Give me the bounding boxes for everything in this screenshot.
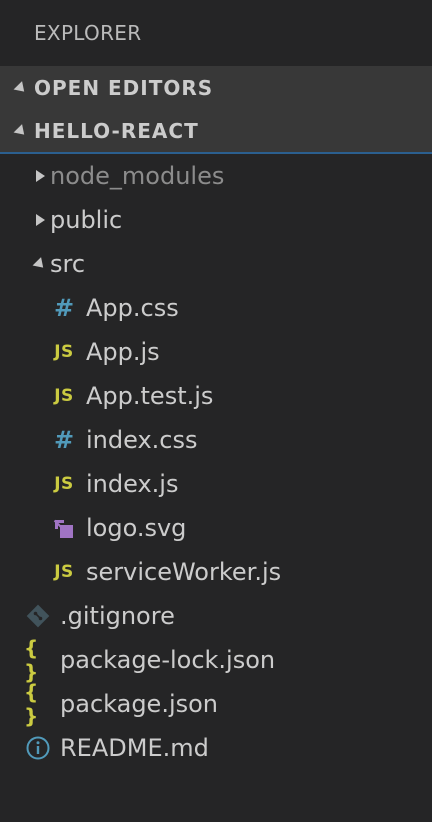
chevron-right-icon bbox=[30, 198, 50, 242]
info-icon bbox=[24, 734, 52, 762]
tree-item-gitignore[interactable]: .gitignore bbox=[0, 594, 432, 638]
project-label: HELLO-REACT bbox=[34, 119, 199, 143]
chevron-down-icon bbox=[8, 66, 34, 110]
tree-item-app-test-js[interactable]: JS App.test.js bbox=[0, 374, 432, 418]
file-label: serviceWorker.js bbox=[86, 558, 282, 586]
tree-item-app-css[interactable]: # App.css bbox=[0, 286, 432, 330]
folder-label: public bbox=[50, 206, 123, 234]
explorer-panel: EXPLORER OPEN EDITORS HELLO-REACT node_m… bbox=[0, 0, 432, 822]
file-label: package-lock.json bbox=[60, 646, 276, 674]
file-label: index.css bbox=[86, 426, 198, 454]
tree-item-package-lock-json[interactable]: { } package-lock.json bbox=[0, 636, 432, 684]
tree-item-public[interactable]: public bbox=[0, 198, 432, 242]
json-icon: { } bbox=[24, 680, 40, 728]
file-label: package.json bbox=[60, 690, 219, 718]
folder-label: node_modules bbox=[50, 162, 225, 190]
chevron-down-icon bbox=[30, 242, 50, 286]
tree-item-index-js[interactable]: JS index.js bbox=[0, 462, 432, 506]
css-icon: # bbox=[53, 426, 75, 454]
js-icon: JS bbox=[54, 342, 74, 362]
folder-label: src bbox=[50, 250, 86, 278]
tree-item-node-modules[interactable]: node_modules bbox=[0, 154, 432, 198]
file-label: App.test.js bbox=[86, 382, 214, 410]
explorer-title: EXPLORER bbox=[34, 21, 142, 45]
git-icon bbox=[24, 602, 52, 630]
svg-icon bbox=[50, 514, 78, 542]
chevron-down-icon bbox=[8, 109, 34, 153]
chevron-right-icon bbox=[30, 154, 50, 198]
js-icon: JS bbox=[54, 474, 74, 494]
file-label: .gitignore bbox=[60, 602, 175, 630]
open-editors-section-header[interactable]: OPEN EDITORS bbox=[0, 66, 432, 110]
js-icon: JS bbox=[54, 386, 74, 406]
js-icon: JS bbox=[54, 562, 74, 582]
tree-item-index-css[interactable]: # index.css bbox=[0, 418, 432, 462]
file-label: index.js bbox=[86, 470, 179, 498]
json-icon: { } bbox=[24, 636, 40, 684]
open-editors-label: OPEN EDITORS bbox=[34, 76, 214, 100]
file-label: logo.svg bbox=[86, 514, 187, 542]
css-icon: # bbox=[53, 294, 75, 322]
file-tree: node_modules public src # App.css JS App… bbox=[0, 154, 432, 770]
file-label: README.md bbox=[60, 734, 209, 762]
file-label: App.css bbox=[86, 294, 179, 322]
tree-item-package-json[interactable]: { } package.json bbox=[0, 680, 432, 728]
tree-item-src[interactable]: src bbox=[0, 242, 432, 286]
tree-item-readme-md[interactable]: README.md bbox=[0, 726, 432, 770]
tree-item-service-worker-js[interactable]: JS serviceWorker.js bbox=[0, 550, 432, 594]
project-section-header[interactable]: HELLO-REACT bbox=[0, 110, 432, 154]
tree-item-logo-svg[interactable]: logo.svg bbox=[0, 506, 432, 550]
file-label: App.js bbox=[86, 338, 160, 366]
tree-item-app-js[interactable]: JS App.js bbox=[0, 330, 432, 374]
